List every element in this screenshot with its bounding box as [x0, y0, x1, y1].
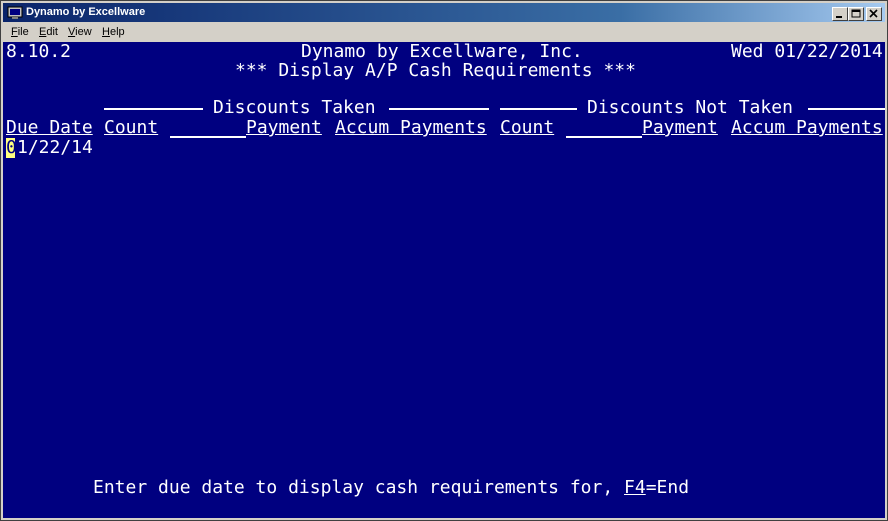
screen-title: *** Display A/P Cash Requirements ***: [235, 60, 636, 81]
terminal-app-icon[interactable]: [7, 5, 23, 19]
menu-view-label: iew: [75, 26, 92, 38]
menu-edit[interactable]: Edit: [39, 26, 58, 38]
prompt-text: Enter due date to display cash requireme…: [93, 477, 625, 498]
version-label: 8.10.2: [6, 42, 72, 62]
menu-file-label: ile: [17, 26, 29, 38]
column-accum-payments-not-taken: Accum Payments: [731, 117, 883, 138]
menu-help-mnemonic: H: [102, 26, 110, 38]
group-rule: [808, 108, 885, 110]
menu-file-mnemonic: F: [11, 26, 18, 38]
window-title: Dynamo by Excellware: [26, 6, 146, 18]
menu-help-label: elp: [109, 26, 125, 38]
company-name: Dynamo by Excellware, Inc.: [301, 42, 583, 62]
menu-file[interactable]: File: [11, 26, 29, 38]
group-discounts-taken: Discounts Taken: [213, 97, 376, 118]
menu-bar: File Edit View Help: [3, 24, 885, 41]
terminal-screen[interactable]: 8.10.2 Dynamo by Excellware, Inc. Wed 01…: [3, 42, 885, 518]
column-rule: [566, 136, 642, 138]
column-count-taken: Count: [104, 117, 159, 138]
menu-help[interactable]: Help: [102, 26, 125, 38]
app-window: Dynamo by Excellware File Edit View Help…: [0, 0, 888, 521]
close-icon: [869, 9, 878, 18]
menu-view[interactable]: View: [68, 26, 92, 38]
close-button[interactable]: [866, 7, 882, 21]
group-discounts-not-taken: Discounts Not Taken: [587, 97, 793, 118]
restore-icon: [851, 9, 861, 18]
restore-button[interactable]: [848, 7, 864, 21]
group-rule: [500, 108, 577, 110]
minimize-icon: [836, 16, 842, 18]
minimize-button[interactable]: [832, 7, 848, 21]
group-rule: [389, 108, 489, 110]
column-accum-payments-taken: Accum Payments: [335, 117, 487, 138]
column-count-not-taken: Count: [500, 117, 555, 138]
due-date-input[interactable]: 1/22/14: [17, 138, 93, 158]
column-due-date: Due Date: [6, 117, 93, 138]
column-payment-not-taken: Payment: [642, 117, 718, 138]
menu-edit-label: dit: [46, 26, 58, 38]
group-rule: [104, 108, 203, 110]
due-date-input-first-char[interactable]: 0: [6, 138, 17, 158]
status-prompt: Enter due date to display cash requireme…: [93, 478, 689, 498]
column-payment-taken: Payment: [246, 117, 322, 138]
title-bar[interactable]: Dynamo by Excellware: [3, 3, 885, 22]
column-rule: [170, 136, 246, 138]
f4-key[interactable]: F4: [624, 477, 646, 498]
current-date: Wed 01/22/2014: [731, 42, 883, 62]
f4-action: =End: [645, 477, 690, 498]
